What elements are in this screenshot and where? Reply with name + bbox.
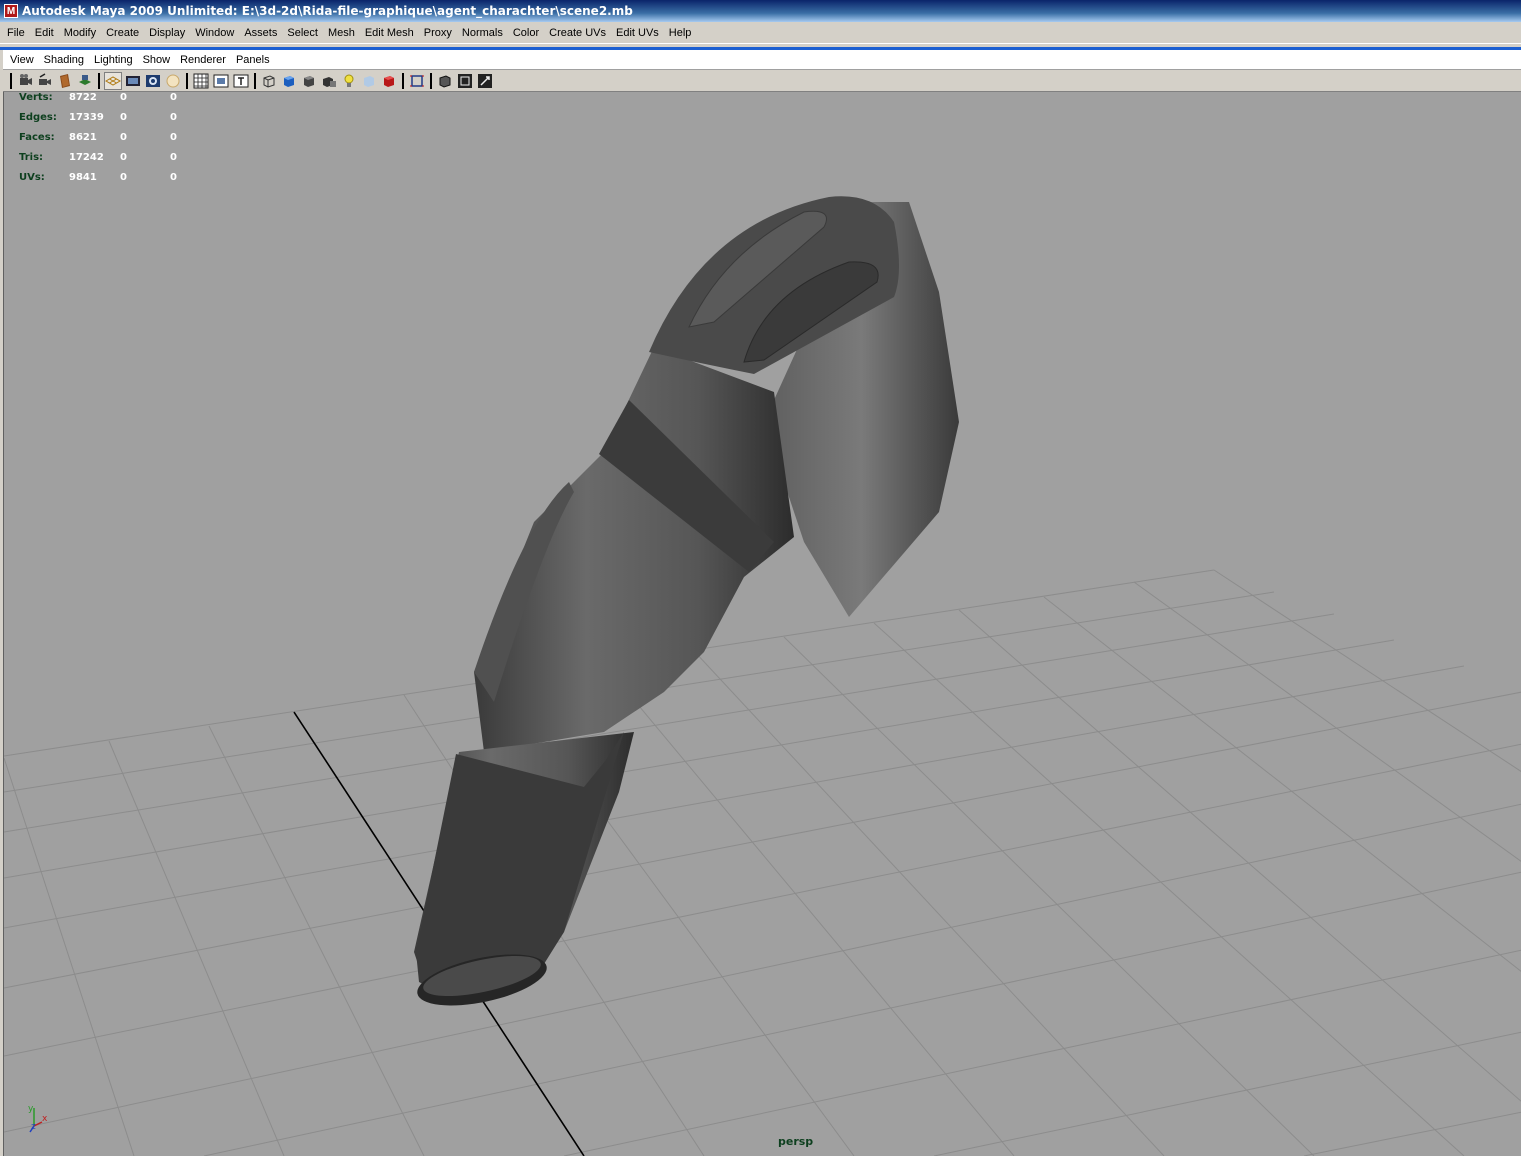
panel-menu-shading[interactable]: Shading	[39, 54, 89, 66]
menu-select[interactable]: Select	[282, 27, 323, 39]
field-chart-icon[interactable]	[192, 72, 210, 90]
scene-canvas	[4, 196, 1521, 1156]
hud-value: 0	[170, 112, 177, 123]
menu-display[interactable]: Display	[144, 27, 190, 39]
panel-menu-show[interactable]: Show	[138, 54, 176, 66]
hud-value: 0	[170, 152, 177, 163]
panel-toolbar	[3, 70, 1521, 92]
isolate-select-icon[interactable]	[408, 72, 426, 90]
panel-menubar: View Shading Lighting Show Renderer Pane…	[3, 50, 1521, 70]
panel-menu-lighting[interactable]: Lighting	[89, 54, 138, 66]
axis-z-label: z	[31, 1122, 36, 1132]
menu-assets[interactable]: Assets	[239, 27, 282, 39]
menu-normals[interactable]: Normals	[457, 27, 508, 39]
menu-mesh[interactable]: Mesh	[323, 27, 360, 39]
panel-menu-view[interactable]: View	[5, 54, 39, 66]
toolbar-separator	[430, 72, 432, 89]
menu-edit-uvs[interactable]: Edit UVs	[611, 27, 664, 39]
menu-color[interactable]: Color	[508, 27, 544, 39]
ground-grid	[4, 569, 1521, 1156]
shadows-icon[interactable]	[320, 72, 338, 90]
grid-toggle-icon[interactable]	[104, 71, 122, 90]
menu-edit[interactable]: Edit	[30, 27, 59, 39]
wireframe-icon[interactable]	[260, 72, 278, 90]
menu-proxy[interactable]: Proxy	[419, 27, 457, 39]
hud-value: 0	[170, 172, 177, 183]
menu-modify[interactable]: Modify	[59, 27, 101, 39]
hud-label: Tris:	[19, 152, 44, 163]
hud-value: 0	[120, 172, 127, 183]
menu-create-uvs[interactable]: Create UVs	[544, 27, 611, 39]
arm-mesh[interactable]	[413, 196, 959, 1015]
resolution-gate-icon[interactable]	[144, 72, 162, 90]
smooth-shade-icon[interactable]	[280, 72, 298, 90]
gate-mask-icon[interactable]	[164, 72, 182, 90]
hud-value: 0	[120, 132, 127, 143]
safe-action-icon[interactable]	[212, 72, 230, 90]
camera-attributes-icon[interactable]	[36, 72, 54, 90]
frame-selection-icon[interactable]	[456, 72, 474, 90]
hud-label: Faces:	[19, 132, 55, 143]
hud-value: 0	[120, 112, 127, 123]
window-title: Autodesk Maya 2009 Unlimited: E:\3d-2d\R…	[22, 4, 633, 18]
hud-value: 17242	[69, 152, 104, 163]
toolbar-separator	[98, 72, 100, 89]
menu-window[interactable]: Window	[190, 27, 239, 39]
hud-value: 17339	[69, 112, 104, 123]
panel-menu-panels[interactable]: Panels	[231, 54, 275, 66]
xray-icon[interactable]	[360, 72, 378, 90]
panel-menu-renderer[interactable]: Renderer	[175, 54, 231, 66]
menu-help[interactable]: Help	[664, 27, 697, 39]
frame-all-icon[interactable]	[436, 72, 454, 90]
hud-value: 0	[120, 92, 127, 103]
default-lighting-icon[interactable]	[300, 72, 318, 90]
title-bar: M Autodesk Maya 2009 Unlimited: E:\3d-2d…	[0, 0, 1521, 22]
toolbar-separator	[254, 72, 256, 89]
toolbar-separator	[402, 72, 404, 89]
camera-name-label: persp	[778, 1135, 814, 1148]
hud-value: 8722	[69, 92, 97, 103]
perspective-viewport[interactable]: Verts: 8722 0 0 Edges: 17339 0 0 Faces: …	[3, 92, 1521, 1156]
hud-value: 0	[120, 152, 127, 163]
hud-value: 9841	[69, 172, 97, 183]
safe-title-icon[interactable]	[232, 72, 250, 90]
hud-value: 8621	[69, 132, 97, 143]
hud-value: 0	[170, 92, 177, 103]
camera-tumble-icon[interactable]	[476, 72, 494, 90]
hud-value: 0	[170, 132, 177, 143]
image-plane-icon[interactable]	[76, 72, 94, 90]
hud-label: UVs:	[19, 172, 45, 183]
axis-y-label: y	[28, 1104, 34, 1114]
menu-file[interactable]: File	[2, 27, 30, 39]
camera-select-icon[interactable]	[16, 72, 34, 90]
menu-edit-mesh[interactable]: Edit Mesh	[360, 27, 419, 39]
textured-icon[interactable]	[380, 72, 398, 90]
main-menubar: File Edit Modify Create Display Window A…	[0, 22, 1521, 44]
maya-logo-icon[interactable]: M	[4, 4, 18, 18]
hud-label: Verts:	[19, 92, 53, 103]
hud-label: Edges:	[19, 112, 57, 123]
toolbar-separator	[10, 72, 12, 89]
light-icon[interactable]	[340, 72, 358, 90]
film-gate-icon[interactable]	[124, 72, 142, 90]
bookmark-icon[interactable]	[56, 72, 74, 90]
toolbar-separator	[186, 72, 188, 89]
menu-create[interactable]: Create	[101, 27, 144, 39]
axis-x-label: x	[42, 1114, 48, 1124]
